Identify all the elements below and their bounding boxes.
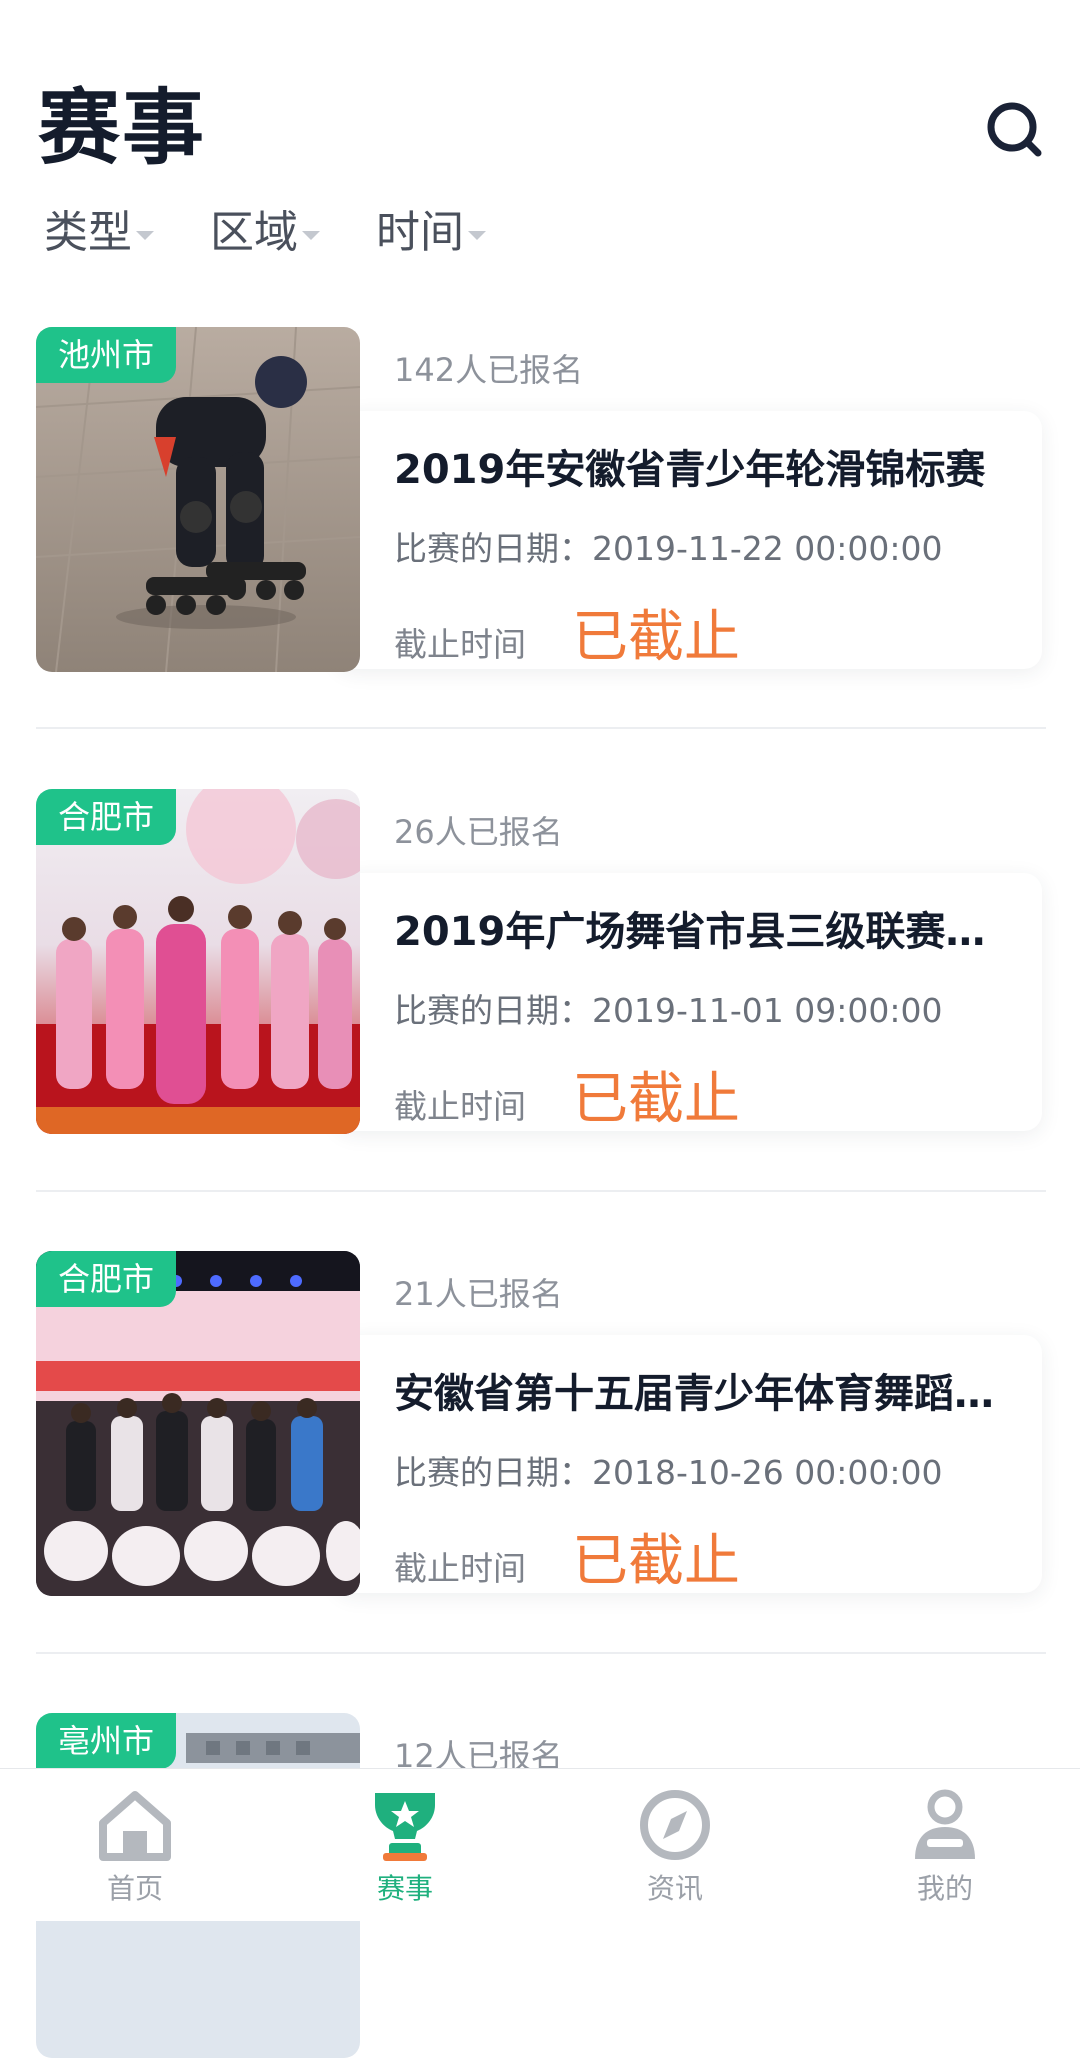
city-tag: 合肥市 [36, 1251, 177, 1307]
divider [36, 727, 1046, 729]
tab-events[interactable]: 赛事 [270, 1769, 540, 1921]
deadline-row: 截止时间 已截止 [394, 1516, 740, 1597]
city-tag: 亳州市 [36, 1713, 177, 1769]
search-button[interactable] [985, 100, 1043, 158]
event-card[interactable]: 合肥市 26人已报名 2019年广场舞省市县三级联赛暨… 比赛的日期：2019-… [36, 789, 1046, 1134]
filter-type-label: 类型 [44, 207, 132, 258]
divider [36, 1190, 1046, 1192]
deadline-status: 已截止 [572, 1529, 740, 1594]
filter-bar: 类型 区域 时间 [44, 205, 542, 261]
deadline-label: 截止时间 [394, 1087, 526, 1126]
signup-count: 21人已报名 [394, 1275, 563, 1313]
tab-news[interactable]: 资讯 [540, 1769, 810, 1921]
bottom-tab-bar: 首页 赛事 资讯 我的 [0, 1768, 1080, 1921]
filter-time[interactable]: 时间 [376, 205, 486, 261]
event-thumbnail: 池州市 [36, 327, 360, 672]
deadline-status: 已截止 [572, 605, 740, 670]
caret-down-icon [136, 230, 154, 240]
tab-news-label: 资讯 [646, 1872, 703, 1905]
event-date: 比赛的日期：2019-11-01 09:00:00 [394, 991, 943, 1030]
event-thumbnail: 合肥市 [36, 789, 360, 1134]
event-title: 2019年广场舞省市县三级联赛暨… [394, 909, 994, 955]
tab-home[interactable]: 首页 [0, 1769, 270, 1921]
search-icon [987, 102, 1042, 157]
tab-events-label: 赛事 [376, 1872, 433, 1905]
event-title: 安徽省第十五届青少年体育舞蹈… [394, 1371, 994, 1417]
tab-home-label: 首页 [106, 1872, 163, 1905]
event-card[interactable]: 合肥市 21人已报名 安徽省第十五届青少年体育舞蹈… 比赛的日期：2018-10… [36, 1251, 1046, 1596]
signup-count: 26人已报名 [394, 813, 563, 851]
event-title: 2019年安徽省青少年轮滑锦标赛 [394, 447, 986, 493]
caret-down-icon [302, 230, 320, 240]
filter-type[interactable]: 类型 [44, 205, 154, 261]
home-icon [99, 1791, 171, 1861]
deadline-row: 截止时间 已截止 [394, 592, 740, 673]
tab-mine-label: 我的 [916, 1872, 973, 1905]
filter-time-label: 时间 [376, 207, 464, 258]
deadline-row: 截止时间 已截止 [394, 1054, 740, 1135]
filter-region-label: 区域 [210, 207, 298, 258]
event-card[interactable]: 池州市 142人已报名 2019年安徽省青少年轮滑锦标赛 比赛的日期：2019-… [36, 327, 1046, 672]
page-title: 赛事 [38, 81, 207, 176]
trophy-icon [375, 1793, 435, 1861]
deadline-label: 截止时间 [394, 1549, 526, 1588]
compass-icon [640, 1790, 710, 1860]
caret-down-icon [468, 230, 486, 240]
deadline-label: 截止时间 [394, 625, 526, 664]
signup-count: 142人已报名 [394, 351, 584, 389]
event-thumbnail: 合肥市 [36, 1251, 360, 1596]
deadline-status: 已截止 [572, 1067, 740, 1132]
event-date: 比赛的日期：2019-11-22 00:00:00 [394, 529, 943, 568]
city-tag: 池州市 [36, 327, 177, 383]
event-date: 比赛的日期：2018-10-26 00:00:00 [394, 1453, 943, 1492]
tab-mine[interactable]: 我的 [810, 1769, 1080, 1921]
city-tag: 合肥市 [36, 789, 177, 845]
user-icon [915, 1789, 975, 1859]
filter-region[interactable]: 区域 [210, 205, 320, 261]
divider [36, 1652, 1046, 1654]
